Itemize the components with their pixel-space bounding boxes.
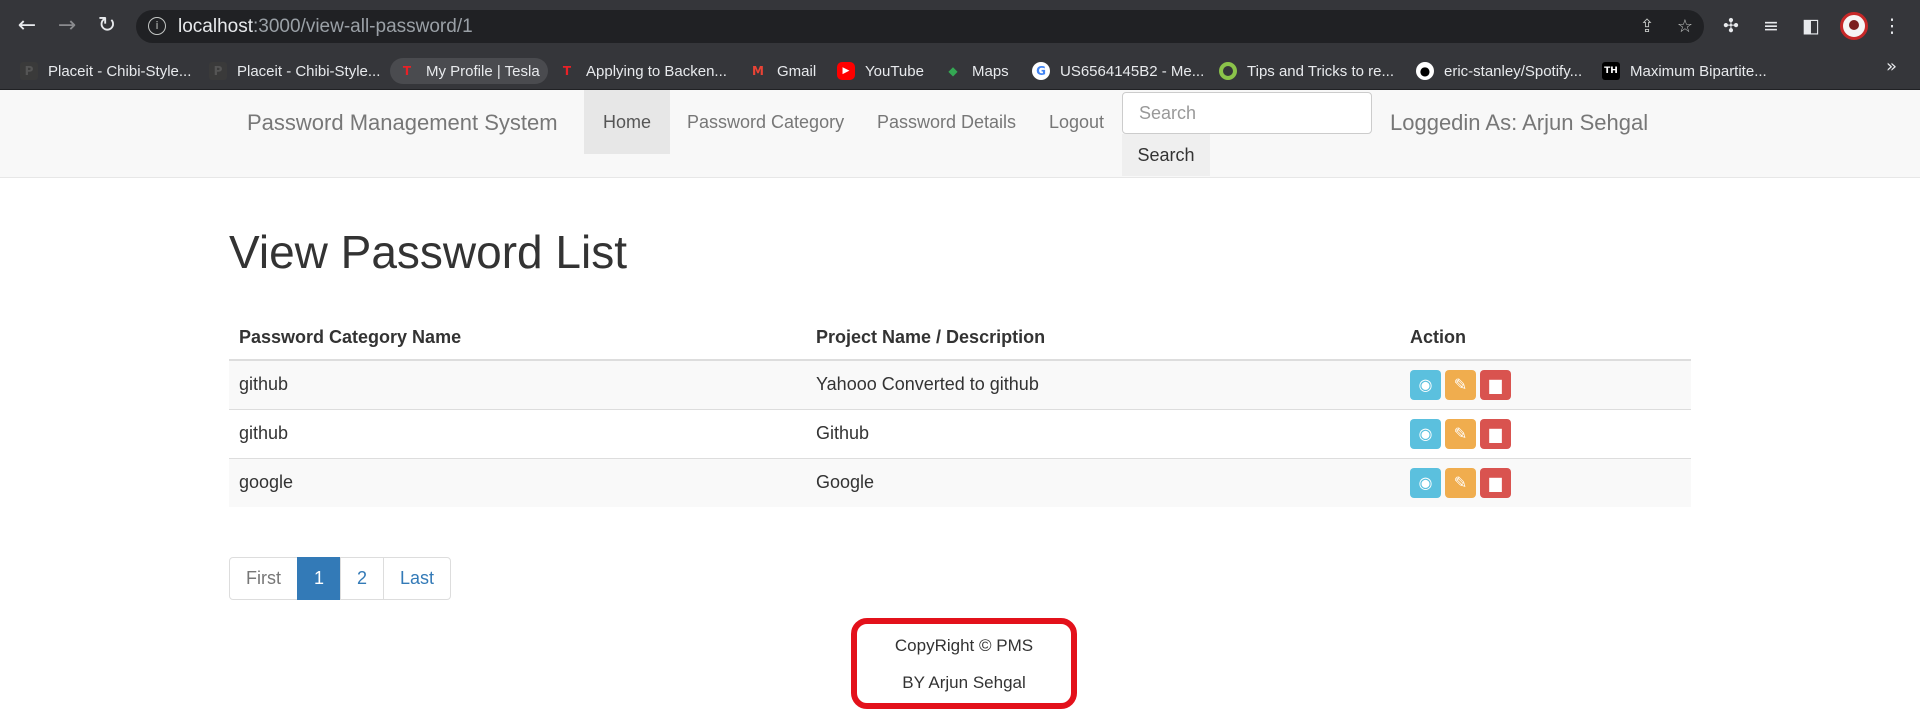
edit-pencil-icon[interactable]: ✎ [1445,369,1476,400]
column-header: Password Category Name [229,315,806,361]
page-title: View Password List [229,226,627,278]
tesla-icon: T [562,64,572,78]
view-eye-icon[interactable]: ◉ [1410,418,1441,449]
category-cell: github [229,359,806,409]
tesla-icon: T [402,64,412,78]
password-table: Password Category Name Project Name / De… [229,315,1691,507]
side-panel-icon[interactable]: ◧ [1797,12,1825,40]
search-button[interactable]: Search [1122,134,1210,176]
action-cell: ◉ ✎ ▆ [1400,359,1691,409]
share-icon[interactable]: ⇪ [1635,15,1659,39]
category-cell: google [229,457,806,507]
nav-logout[interactable]: Logout [1030,90,1123,154]
brand-title[interactable]: Password Management System [247,110,558,136]
edit-pencil-icon[interactable]: ✎ [1445,467,1476,498]
action-cell: ◉ ✎ ▆ [1400,457,1691,507]
edit-pencil-icon[interactable]: ✎ [1445,418,1476,449]
delete-trash-icon[interactable]: ▆ [1480,369,1511,400]
author-text: BY Arjun Sehgal [902,673,1026,692]
bookmark-star-icon[interactable]: ☆ [1673,15,1697,39]
table-row: github Github ◉ ✎ ▆ [229,408,1691,458]
bookmark-item[interactable]: T My Profile | Tesla [390,58,548,84]
site-info-icon[interactable]: i [148,17,166,35]
view-eye-icon[interactable]: ◉ [1410,467,1441,498]
bookmark-item[interactable]: P Placeit - Chibi-Style... [203,58,380,84]
delete-trash-icon[interactable]: ▆ [1480,418,1511,449]
copyright-text: CopyRight © PMS [894,636,1034,655]
app-navbar: Password Management System Home Password… [0,90,1920,178]
bookmark-item[interactable]: ● eric-stanley/Spotify... [1410,58,1582,84]
action-cell: ◉ ✎ ▆ [1400,408,1691,458]
th-icon: TH [1602,62,1620,80]
browser-toolbar: ← → ↻ i localhost:3000/view-all-password… [0,0,1920,52]
footer-copyright: CopyRight © PMS BY Arjun Sehgal [851,618,1077,709]
bookmark-item[interactable]: M Gmail [743,58,816,84]
forward-arrow-icon[interactable]: → [53,12,81,40]
column-header: Action [1400,315,1691,361]
nav-home[interactable]: Home [584,90,671,154]
menu-kebab-icon[interactable]: ⋮ [1878,12,1906,40]
bookmarks-bar: P Placeit - Chibi-Style... P Placeit - Chi… [0,52,1920,90]
url-text[interactable]: localhost:3000/view-all-password/1 [178,16,473,38]
bookmark-item[interactable]: TH Maximum Bipartite... [1596,58,1767,84]
nav-password-category[interactable]: Password Category [668,90,863,154]
github-icon: ● [1416,62,1434,80]
maps-icon: ◆ [948,64,958,78]
logged-in-label: Loggedin As: Arjun Sehgal [1390,110,1649,135]
page-2[interactable]: 2 [340,557,385,600]
bookmark-item[interactable]: ◆ Maps [938,58,1008,84]
placeit-icon: P [20,62,38,80]
page-first[interactable]: First [229,557,298,600]
google-icon: G [1032,62,1050,80]
project-cell: Google [806,457,1400,507]
delete-trash-icon[interactable]: ▆ [1480,467,1511,498]
gmail-icon: M [752,64,764,78]
table-header-row: Password Category Name Project Name / De… [229,315,1691,361]
search-input[interactable] [1122,92,1372,134]
bookmark-item[interactable]: G US6564145B2 - Me... [1026,58,1204,84]
placeit-icon: P [209,62,227,80]
view-eye-icon[interactable]: ◉ [1410,369,1441,400]
bookmark-item[interactable]: T Applying to Backen... [552,58,727,84]
reload-icon[interactable]: ↻ [93,12,121,40]
table-row: google Google ◉ ✎ ▆ [229,457,1691,507]
address-bar[interactable]: i localhost:3000/view-all-password/1 ⇪ ☆ [136,10,1704,43]
bookmark-item[interactable]: ▶ YouTube [831,58,924,84]
media-controls-icon[interactable]: ≡ [1757,12,1785,40]
youtube-icon: ▶ [837,62,855,80]
extensions-icon[interactable]: ✣ [1717,12,1745,40]
bookmark-item[interactable]: P Placeit - Chibi-Style... [14,58,191,84]
category-cell: github [229,408,806,458]
table-row: github Yahooo Converted to github ◉ ✎ ▆ [229,359,1691,409]
pagination: First 1 2 Last [229,557,452,600]
project-cell: Yahooo Converted to github [806,359,1400,409]
more-bookmarks-icon[interactable]: » [1886,56,1897,77]
bookmark-item[interactable]: Tips and Tricks to re... [1213,58,1394,84]
column-header: Project Name / Description [806,315,1400,361]
back-arrow-icon[interactable]: ← [13,12,41,40]
page-1[interactable]: 1 [297,557,342,600]
nav-password-details[interactable]: Password Details [858,90,1035,154]
project-cell: Github [806,408,1400,458]
tips-icon [1219,62,1237,80]
profile-avatar[interactable] [1840,12,1868,40]
page-last[interactable]: Last [383,557,452,600]
